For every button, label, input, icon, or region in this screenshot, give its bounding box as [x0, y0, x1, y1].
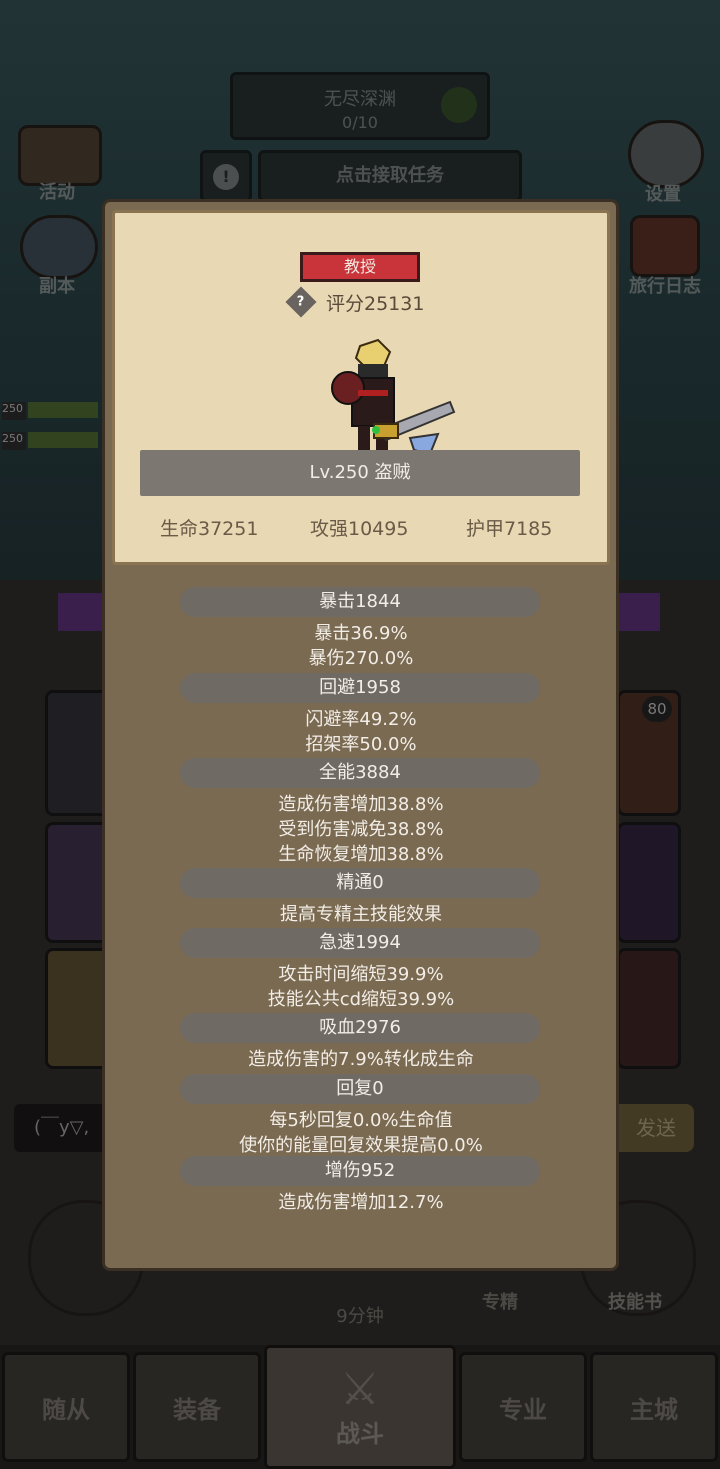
- crit-header: 暴击1844: [180, 587, 540, 617]
- damage-taken-reduction: 受到伤害减免38.8%: [278, 819, 444, 840]
- dodge-rate: 闪避率49.2%: [305, 709, 417, 730]
- score-row: ? 评分25131: [285, 286, 425, 318]
- hp-regen: 每5秒回复0.0%生命值: [269, 1110, 453, 1131]
- mastery-header: 精通0: [180, 868, 540, 898]
- healing-increase: 生命恢复增加38.8%: [278, 844, 444, 865]
- lifesteal-effect: 造成伤害的7.9%转化成生命: [248, 1049, 474, 1070]
- character-sprite: [318, 338, 458, 468]
- parry-rate: 招架率50.0%: [305, 734, 417, 755]
- avoidance-header: 回避1958: [180, 673, 540, 703]
- title-badge: 教授: [300, 252, 420, 282]
- question-diamond-icon[interactable]: ?: [285, 286, 317, 318]
- damage-bonus-header: 增伤952: [180, 1156, 540, 1186]
- level-class-bar: Lv.250 盗贼: [140, 450, 580, 496]
- regen-header: 回复0: [180, 1074, 540, 1104]
- damage-bonus-effect: 造成伤害增加12.7%: [278, 1192, 444, 1213]
- attack-stat: 攻强10495: [310, 518, 409, 540]
- energy-regen: 使你的能量回复效果提高0.0%: [239, 1135, 483, 1156]
- score-value: 评分25131: [326, 292, 425, 315]
- mastery-effect: 提高专精主技能效果: [280, 904, 442, 925]
- skill-cd-reduction: 技能公共cd缩短39.9%: [267, 989, 455, 1010]
- damage-dealt-increase: 造成伤害增加38.8%: [278, 794, 444, 815]
- attack-time-reduction: 攻击时间缩短39.9%: [278, 964, 444, 985]
- crit-damage: 暴伤270.0%: [308, 648, 414, 669]
- hp-stat: 生命37251: [160, 518, 259, 540]
- versatility-header: 全能3884: [180, 758, 540, 788]
- crit-rate: 暴击36.9%: [314, 623, 408, 644]
- armor-stat: 护甲7185: [466, 518, 553, 540]
- haste-header: 急速1994: [180, 928, 540, 958]
- lifesteal-header: 吸血2976: [180, 1013, 540, 1043]
